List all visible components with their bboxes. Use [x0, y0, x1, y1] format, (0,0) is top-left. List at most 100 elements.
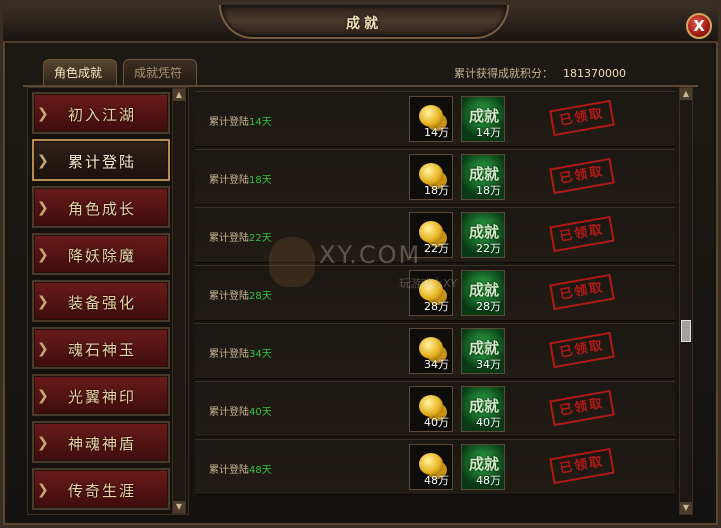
sidebar-item-enhance[interactable]: ❯ 装备强化	[32, 280, 170, 322]
achievement-row: 累计登陆34天 34万 成就 34万 已领取	[195, 323, 675, 379]
chevron-right-icon: ❯	[37, 435, 49, 451]
scroll-down-icon[interactable]: ▼	[680, 502, 692, 514]
achievement-reward-qty: 34万	[476, 358, 501, 371]
tab-achievement-tokens[interactable]: 成就凭符	[123, 59, 197, 85]
claimed-stamp: 已领取	[549, 215, 615, 253]
sidebar-item-label: 降妖除魔	[68, 247, 137, 265]
achievement-desc: 累计登陆40天	[209, 407, 272, 418]
category-sidebar: ❯ 初入江湖 ❯ 累计登陆 ❯ 角色成长 ❯ 降妖除魔 ❯ 装备强化 ❯ 魂石神…	[27, 87, 189, 515]
sidebar-item-growth[interactable]: ❯ 角色成长	[32, 186, 170, 228]
sidebar-item-label: 光翼神印	[68, 388, 137, 406]
title-plate: 成就	[219, 5, 509, 39]
sidebar-item-label: 角色成长	[68, 200, 137, 218]
watermark-subtext: 玩游戏上XY	[399, 277, 458, 290]
achievement-reward-qty: 18万	[476, 184, 501, 197]
claimed-stamp: 已领取	[549, 331, 615, 369]
achievement-row: 累计登陆40天 40万 成就 40万 已领取	[195, 381, 675, 437]
tab-character-achievements[interactable]: 角色成就	[43, 59, 117, 85]
achievement-window: 成就 X 角色成就 成就凭符 累计获得成就积分： 181370000 ❯ 初入江湖…	[0, 0, 721, 528]
scroll-up-icon[interactable]: ▲	[680, 88, 692, 100]
sidebar-item-demons[interactable]: ❯ 降妖除魔	[32, 233, 170, 275]
achievement-row: 累计登陆48天 48万 成就 48万 已领取	[195, 439, 675, 495]
achievement-desc: 累计登陆34天	[209, 349, 272, 360]
achievement-reward-qty: 22万	[476, 242, 501, 255]
achievement-reward-slot[interactable]: 成就 40万	[461, 386, 505, 432]
gold-reward-qty: 28万	[424, 300, 449, 313]
achievement-reward-qty: 40万	[476, 416, 501, 429]
achievement-reward-slot[interactable]: 成就 34万	[461, 328, 505, 374]
claimed-stamp: 已领取	[549, 389, 615, 427]
achievement-icon-label: 成就	[468, 281, 499, 299]
achievement-reward-qty: 28万	[476, 300, 501, 313]
sidebar-item-login[interactable]: ❯ 累计登陆	[32, 139, 170, 181]
achievement-icon-label: 成就	[468, 107, 499, 125]
list-scrollbar[interactable]: ▲ ▼	[679, 87, 693, 515]
achievement-desc: 累计登陆18天	[209, 175, 272, 186]
gold-reward-slot[interactable]: 18万	[409, 154, 453, 200]
scroll-up-icon[interactable]: ▲	[173, 89, 185, 101]
gold-reward-qty: 40万	[424, 416, 449, 429]
close-button[interactable]: X	[686, 13, 712, 39]
gold-reward-slot[interactable]: 40万	[409, 386, 453, 432]
score-label: 累计获得成就积分：	[454, 67, 553, 80]
sidebar-item-wings[interactable]: ❯ 光翼神印	[32, 374, 170, 416]
sidebar-item-soulstone[interactable]: ❯ 魂石神玉	[32, 327, 170, 369]
achievement-reward-slot[interactable]: 成就 22万	[461, 212, 505, 258]
achievement-desc: 累计登陆22天	[209, 233, 272, 244]
sidebar-item-label: 装备强化	[68, 294, 137, 312]
sidebar-scrollbar[interactable]: ▲ ▼	[172, 88, 186, 514]
achievement-reward-qty: 14万	[476, 126, 501, 139]
owl-logo-icon	[269, 237, 315, 287]
watermark: XY.COM 玩游戏上XY	[265, 233, 465, 293]
achievement-desc: 累计登陆28天	[209, 291, 272, 302]
chevron-right-icon: ❯	[37, 200, 49, 216]
claimed-stamp: 已领取	[549, 273, 615, 311]
sidebar-item-legend[interactable]: ❯ 传奇生涯	[32, 468, 170, 510]
achievement-icon-label: 成就	[468, 165, 499, 183]
watermark-text: XY.COM	[319, 241, 422, 269]
achievement-icon-label: 成就	[468, 339, 499, 357]
chevron-right-icon: ❯	[37, 153, 49, 169]
claimed-stamp: 已领取	[549, 99, 615, 137]
chevron-right-icon: ❯	[37, 247, 49, 263]
title-bar: 成就 X	[3, 3, 718, 43]
achievement-reward-qty: 48万	[476, 474, 501, 487]
gold-reward-qty: 18万	[424, 184, 449, 197]
chevron-right-icon: ❯	[37, 294, 49, 310]
chevron-right-icon: ❯	[37, 482, 49, 498]
chevron-right-icon: ❯	[37, 388, 49, 404]
sidebar-item-label: 神魂神盾	[68, 435, 137, 453]
claimed-stamp: 已领取	[549, 157, 615, 195]
achievement-desc: 累计登陆48天	[209, 465, 272, 476]
claimed-stamp: 已领取	[549, 447, 615, 485]
achievement-reward-slot[interactable]: 成就 14万	[461, 96, 505, 142]
chevron-right-icon: ❯	[37, 106, 49, 122]
gold-reward-slot[interactable]: 14万	[409, 96, 453, 142]
sidebar-item-shield[interactable]: ❯ 神魂神盾	[32, 421, 170, 463]
achievement-desc: 累计登陆14天	[209, 117, 272, 128]
gold-reward-qty: 34万	[424, 358, 449, 371]
gold-reward-qty: 48万	[424, 474, 449, 487]
gold-reward-qty: 14万	[424, 126, 449, 139]
gold-reward-slot[interactable]: 34万	[409, 328, 453, 374]
sidebar-item-label: 累计登陆	[68, 153, 137, 171]
chevron-right-icon: ❯	[37, 341, 49, 357]
achievement-icon-label: 成就	[468, 397, 499, 415]
sidebar-item-label: 传奇生涯	[68, 482, 137, 500]
window-title: 成就	[346, 16, 382, 32]
achievement-icon-label: 成就	[468, 455, 499, 473]
gold-reward-slot[interactable]: 48万	[409, 444, 453, 490]
sidebar-item-label: 魂石神玉	[68, 341, 137, 359]
scroll-down-icon[interactable]: ▼	[173, 501, 185, 513]
score-value: 181370000	[563, 67, 626, 80]
achievement-list: 累计登陆14天 14万 成就 14万 已领取 累计登陆18天 18万 成就 18…	[195, 91, 675, 513]
achievement-reward-slot[interactable]: 成就 28万	[461, 270, 505, 316]
achievement-icon-label: 成就	[468, 223, 499, 241]
sidebar-item-beginner[interactable]: ❯ 初入江湖	[32, 92, 170, 134]
achievement-row: 累计登陆14天 14万 成就 14万 已领取	[195, 91, 675, 147]
achievement-row: 累计登陆18天 18万 成就 18万 已领取	[195, 149, 675, 205]
scroll-thumb[interactable]	[681, 320, 691, 342]
achievement-reward-slot[interactable]: 成就 48万	[461, 444, 505, 490]
sidebar-item-label: 初入江湖	[68, 106, 137, 124]
achievement-reward-slot[interactable]: 成就 18万	[461, 154, 505, 200]
